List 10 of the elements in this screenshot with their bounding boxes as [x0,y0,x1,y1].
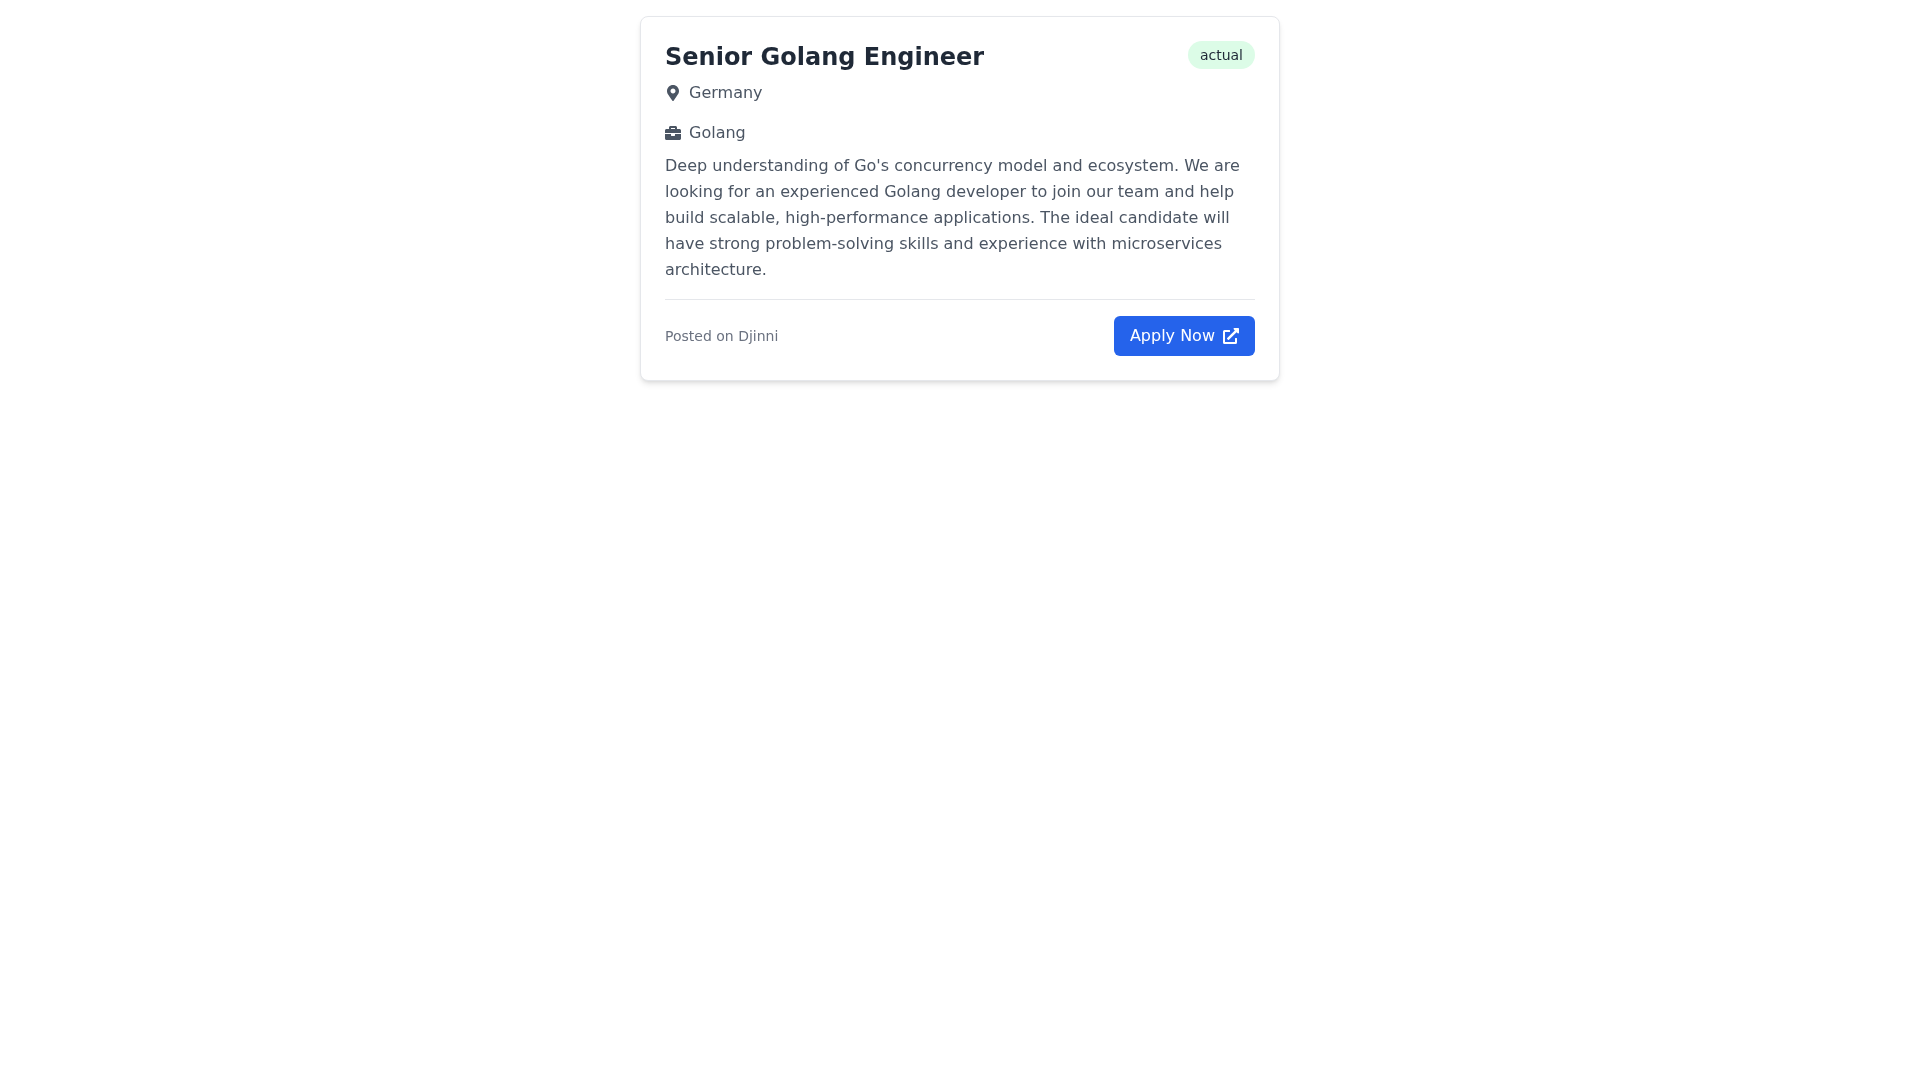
location-text: Germany [689,82,763,104]
map-pin-icon [667,85,679,101]
category-text: Golang [689,122,746,144]
external-link-icon [1223,328,1239,344]
apply-button[interactable]: Apply Now [1113,316,1255,356]
job-title: Senior Golang Engineer [665,42,985,73]
source-text: Posted on Djinni [665,327,779,346]
briefcase-icon [665,126,681,140]
status-badge: actual [1187,41,1255,69]
job-description: Deep understanding of Go's concurrency model and ecosystem. We are looking for an experienced Golang developer to join our team and help build scalable, high-performance applications. The ideal candidate will have strong problem-solving skills and experience with microservices architecture. [665,155,1241,281]
